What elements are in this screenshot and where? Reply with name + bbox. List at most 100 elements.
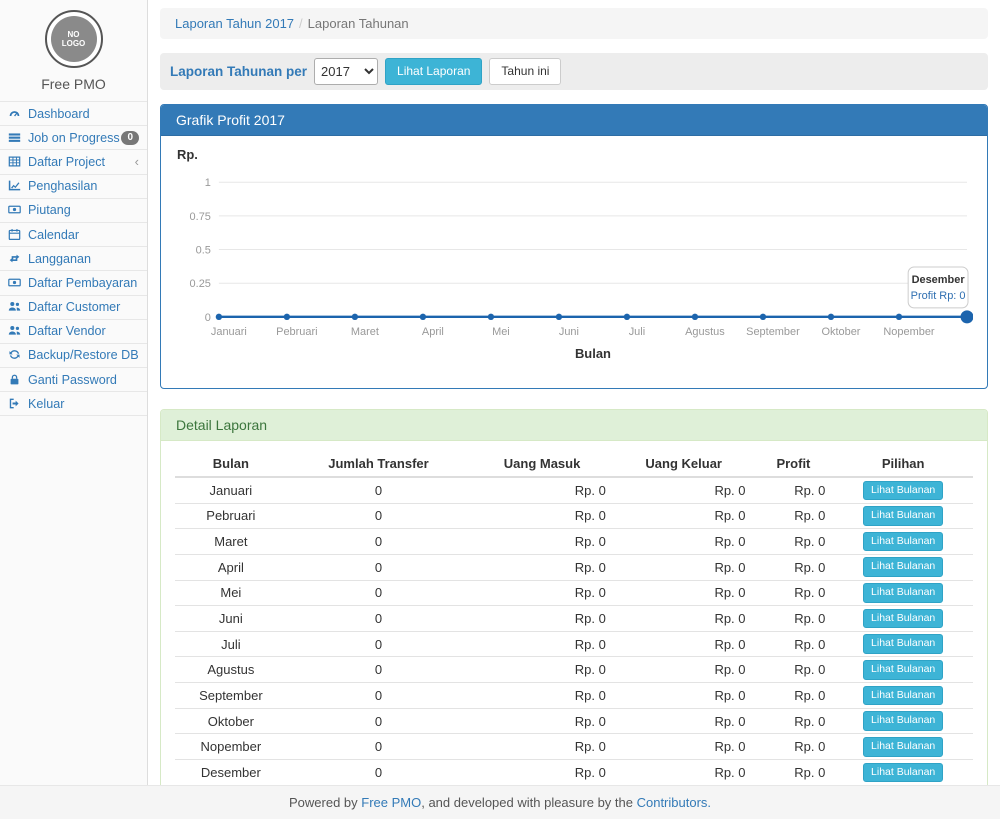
money-in-cell: Rp. 0 [470,477,614,503]
action-cell: Lihat Bulanan [833,734,973,760]
money-in-cell: Rp. 0 [470,734,614,760]
view-monthly-button[interactable]: Lihat Bulanan [863,506,943,526]
profit-cell: Rp. 0 [754,760,834,786]
table-row: Juni0Rp. 0Rp. 0Rp. 0Lihat Bulanan [175,606,973,632]
sidebar-item-label: Daftar Pembayaran [28,276,139,290]
money-in-cell: Rp. 0 [470,760,614,786]
sidebar-item-calendar[interactable]: Calendar [0,223,147,247]
transfer-count-cell: 0 [287,683,471,709]
table-row: Desember0Rp. 0Rp. 0Rp. 0Lihat Bulanan [175,760,973,786]
tooltip-value: Profit Rp: 0 [911,290,966,302]
data-point[interactable] [760,314,766,320]
chart-canvas: Rp.10.750.50.250JanuariPebruariMaretApri… [175,146,973,378]
money-in-cell: Rp. 0 [470,657,614,683]
table-row: Januari0Rp. 0Rp. 0Rp. 0Lihat Bulanan [175,477,973,503]
data-point[interactable] [352,314,358,320]
sidebar-item-daftar-project[interactable]: Daftar Project‹ [0,150,147,174]
view-monthly-button[interactable]: Lihat Bulanan [863,660,943,680]
sidebar-item-daftar-vendor[interactable]: Daftar Vendor [0,320,147,344]
data-point-highlighted[interactable] [961,310,973,323]
this-year-button[interactable]: Tahun ini [489,58,561,86]
breadcrumb: Laporan Tahun 2017/Laporan Tahunan [160,8,988,39]
footer: Powered by Free PMO, and developed with … [0,785,1000,819]
profit-cell: Rp. 0 [754,529,834,555]
data-point[interactable] [828,314,834,320]
data-point[interactable] [420,314,426,320]
x-tick-label: Agustus [685,326,725,338]
view-monthly-button[interactable]: Lihat Bulanan [863,737,943,757]
data-point[interactable] [624,314,630,320]
view-monthly-button[interactable]: Lihat Bulanan [863,634,943,654]
tooltip-title: Desember [912,274,966,286]
data-point[interactable] [284,314,290,320]
money-out-cell: Rp. 0 [614,657,754,683]
filter-label: Laporan Tahunan per [170,64,307,79]
action-cell: Lihat Bulanan [833,580,973,606]
money-in-cell: Rp. 0 [470,554,614,580]
footer-link-contributors[interactable]: Contributors. [637,795,711,810]
breadcrumb-link[interactable]: Laporan Tahun 2017 [175,16,294,31]
sidebar-item-langganan[interactable]: Langganan [0,247,147,271]
data-point[interactable] [488,314,494,320]
retweet-icon [8,252,23,266]
view-report-button[interactable]: Lihat Laporan [385,58,482,86]
data-point[interactable] [896,314,902,320]
sidebar: NOLOGO Free PMO DashboardJob on Progress… [0,0,148,785]
money-out-cell: Rp. 0 [614,529,754,555]
data-point[interactable] [556,314,562,320]
footer-link-freepmo[interactable]: Free PMO [361,795,421,810]
sidebar-item-keluar[interactable]: Keluar [0,392,147,416]
view-monthly-button[interactable]: Lihat Bulanan [863,481,943,501]
view-monthly-button[interactable]: Lihat Bulanan [863,609,943,629]
transfer-count-cell: 0 [287,708,471,734]
x-tick-label: Mei [492,326,510,338]
sidebar-item-piutang[interactable]: Piutang [0,199,147,223]
money-icon [8,276,23,290]
month-cell: Pebruari [175,503,287,529]
table-row: Maret0Rp. 0Rp. 0Rp. 0Lihat Bulanan [175,529,973,555]
action-cell: Lihat Bulanan [833,529,973,555]
dashboard-icon [8,107,23,121]
transfer-count-cell: 0 [287,580,471,606]
year-select[interactable]: 2017 [314,58,378,85]
x-tick-label: September [746,326,800,338]
view-monthly-button[interactable]: Lihat Bulanan [863,763,943,783]
column-header-pilihan: Pilihan [833,451,973,477]
data-point[interactable] [692,314,698,320]
money-out-cell: Rp. 0 [614,760,754,786]
money-icon [8,203,23,217]
chevron-left-icon: ‹ [135,155,139,168]
table-icon [8,155,23,169]
month-cell: Maret [175,529,287,555]
profit-cell: Rp. 0 [754,657,834,683]
breadcrumb-current: Laporan Tahunan [308,16,409,31]
table-row: September0Rp. 0Rp. 0Rp. 0Lihat Bulanan [175,683,973,709]
table-row: Mei0Rp. 0Rp. 0Rp. 0Lihat Bulanan [175,580,973,606]
sidebar-item-backup-restore-db[interactable]: Backup/Restore DB [0,344,147,368]
sidebar-item-label: Piutang [28,203,139,217]
view-monthly-button[interactable]: Lihat Bulanan [863,532,943,552]
sidebar-item-ganti-password[interactable]: Ganti Password [0,368,147,392]
money-out-cell: Rp. 0 [614,554,754,580]
sidebar-item-label: Job on Progress [28,131,121,145]
sidebar-item-job-on-progress[interactable]: Job on Progress0 [0,126,147,150]
table-row: Oktober0Rp. 0Rp. 0Rp. 0Lihat Bulanan [175,708,973,734]
month-cell: Januari [175,477,287,503]
view-monthly-button[interactable]: Lihat Bulanan [863,583,943,603]
table-row: Juli0Rp. 0Rp. 0Rp. 0Lihat Bulanan [175,631,973,657]
column-header-uang-keluar: Uang Keluar [614,451,754,477]
sidebar-item-label: Calendar [28,228,139,242]
money-out-cell: Rp. 0 [614,683,754,709]
view-monthly-button[interactable]: Lihat Bulanan [863,557,943,577]
profit-cell: Rp. 0 [754,734,834,760]
sidebar-item-penghasilan[interactable]: Penghasilan [0,175,147,199]
view-monthly-button[interactable]: Lihat Bulanan [863,711,943,731]
sidebar-item-daftar-customer[interactable]: Daftar Customer [0,296,147,320]
action-cell: Lihat Bulanan [833,708,973,734]
view-monthly-button[interactable]: Lihat Bulanan [863,686,943,706]
sidebar-item-dashboard[interactable]: Dashboard [0,102,147,126]
line-chart-icon [8,179,23,193]
footer-text-prefix: Powered by [289,795,361,810]
data-point[interactable] [216,314,222,320]
sidebar-item-daftar-pembayaran[interactable]: Daftar Pembayaran [0,271,147,295]
